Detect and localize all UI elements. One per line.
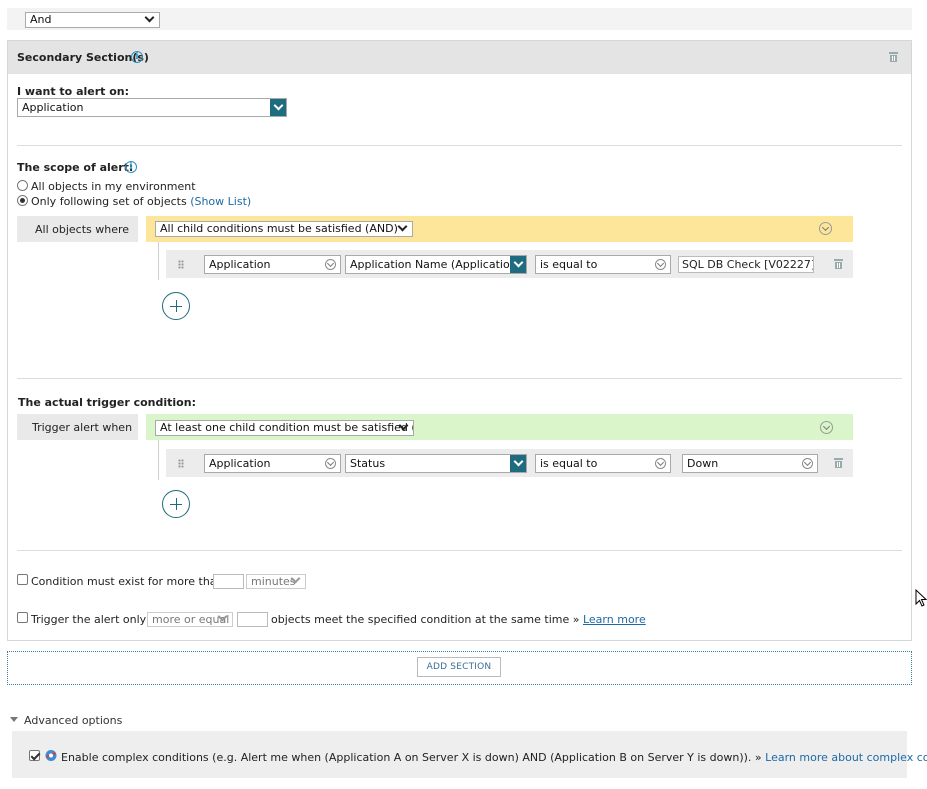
chevron-down-icon [655, 458, 666, 469]
complex-conditions-icon [44, 749, 58, 762]
logic-select-value: And [30, 13, 52, 26]
divider [17, 145, 902, 146]
scope-value-input[interactable]: SQL DB Check [V02227] [678, 256, 814, 273]
chevron-down-icon [510, 455, 526, 472]
scope-entity-select[interactable]: Application [204, 255, 341, 274]
chevron-down-icon [510, 256, 526, 273]
delete-condition-icon[interactable] [834, 458, 843, 468]
add-condition-button[interactable] [162, 490, 190, 518]
radio-following-objects-label: Only following set of objects (Show List… [31, 195, 251, 208]
chevron-down-icon [655, 259, 666, 270]
drag-handle-icon[interactable] [178, 260, 184, 269]
chevron-down-icon [145, 15, 155, 25]
radio-all-objects[interactable] [17, 180, 28, 191]
chevron-down-icon [802, 458, 813, 469]
trigger-value-text: Down [687, 457, 719, 470]
trigger-only-if-label: Trigger the alert only if [31, 613, 157, 626]
condition-exist-checkbox[interactable] [17, 574, 28, 585]
scope-value-text: SQL DB Check [V02227] [682, 258, 814, 271]
chevron-down-icon [325, 458, 336, 469]
trigger-entity-value: Application [209, 457, 271, 470]
show-list-link[interactable]: (Show List) [190, 195, 251, 208]
delete-condition-icon[interactable] [834, 259, 843, 269]
trigger-field-value: Status [350, 457, 386, 470]
delete-section-icon[interactable] [889, 52, 898, 62]
collapse-triangle-icon[interactable] [10, 717, 18, 722]
scope-operator-select[interactable]: is equal to [535, 255, 671, 274]
trigger-value-select[interactable]: Down [682, 454, 818, 473]
drag-handle-icon[interactable] [178, 459, 184, 468]
scope-where-label: All objects where [35, 223, 130, 236]
section-title: Secondary Section(s) [17, 51, 149, 64]
chevron-down-icon [399, 423, 409, 433]
scope-label: The scope of alert: [17, 161, 134, 174]
chevron-down-icon [218, 614, 228, 624]
learn-more-link[interactable]: Learn more [583, 613, 646, 626]
complex-conditions-link[interactable]: Learn more about complex conditions [765, 751, 927, 764]
trigger-operator-select[interactable]: is equal to [535, 454, 671, 473]
complex-conditions-checkbox[interactable] [29, 750, 40, 761]
objects-meet-text: objects meet the specified condition at … [271, 613, 646, 626]
trigger-operator-value: is equal to [540, 457, 598, 470]
trigger-label: The actual trigger condition: [18, 396, 196, 409]
scope-field-select[interactable]: Application Name (Application Al [345, 255, 527, 274]
object-count-input[interactable] [237, 612, 268, 627]
minutes-value: minutes [251, 575, 296, 588]
chevron-down-icon [291, 576, 301, 586]
following-objects-text: Only following set of objects [31, 195, 187, 208]
tree-line [158, 440, 159, 480]
more-or-equal-select[interactable]: more or equal [147, 612, 233, 627]
alert-on-label: I want to alert on: [17, 85, 130, 98]
complex-conditions-text: Enable complex conditions (e.g. Alert me… [61, 751, 927, 764]
trigger-entity-select[interactable]: Application [204, 454, 341, 473]
condition-exist-label: Condition must exist for more than [31, 575, 224, 588]
radio-all-objects-label: All objects in my environment [31, 180, 196, 193]
trigger-when-label: Trigger alert when [32, 421, 133, 434]
scope-group-select[interactable]: All child conditions must be satisfied (… [155, 221, 413, 237]
chevron-down-icon [398, 224, 408, 234]
trigger-only-if-checkbox[interactable] [17, 612, 28, 623]
logic-select[interactable]: And [25, 12, 160, 28]
mouse-cursor-icon [915, 588, 927, 611]
collapse-group-icon[interactable] [820, 421, 833, 434]
info-icon[interactable]: i [125, 161, 137, 173]
trigger-group-value: At least one child condition must be sat… [160, 421, 414, 434]
tree-line [158, 242, 159, 280]
divider [17, 378, 902, 379]
duration-input[interactable] [213, 574, 244, 589]
radio-following-objects[interactable] [17, 195, 28, 206]
scope-group-value: All child conditions must be satisfied (… [160, 222, 398, 235]
alert-on-select[interactable]: Application [17, 98, 287, 117]
chevron-down-icon [325, 259, 336, 270]
minutes-select[interactable]: minutes [246, 574, 306, 589]
scope-operator-value: is equal to [540, 258, 598, 271]
scope-field-value: Application Name (Application Al [350, 258, 527, 271]
trigger-field-select[interactable]: Status [345, 454, 527, 473]
advanced-options-label[interactable]: Advanced options [24, 714, 122, 727]
add-section-button[interactable]: ADD SECTION [417, 657, 501, 677]
trigger-group-select[interactable]: At least one child condition must be sat… [155, 420, 414, 436]
objects-meet-label: objects meet the specified condition at … [271, 613, 580, 626]
add-condition-button[interactable] [162, 292, 190, 320]
complex-conditions-label: Enable complex conditions (e.g. Alert me… [61, 751, 762, 764]
info-icon[interactable]: i [131, 51, 143, 63]
chevron-down-icon [270, 99, 286, 116]
collapse-group-icon[interactable] [819, 222, 832, 235]
alert-on-value: Application [22, 101, 84, 114]
divider [17, 550, 902, 551]
scope-entity-value: Application [209, 258, 271, 271]
